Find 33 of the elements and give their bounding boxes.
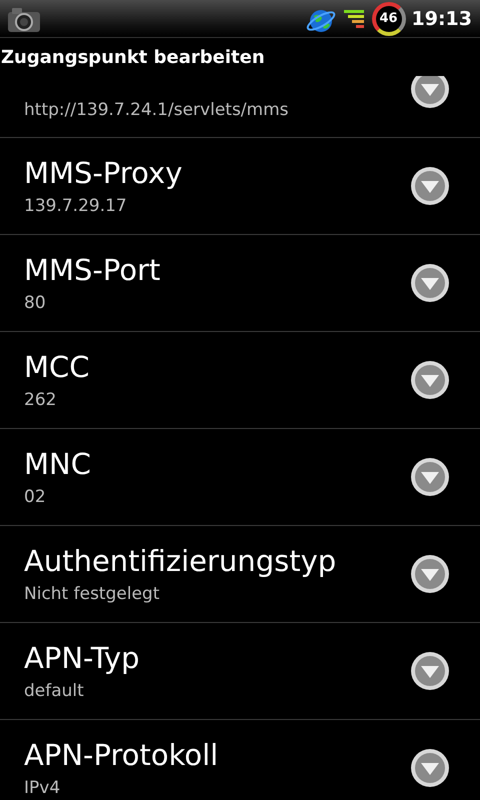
setting-value: 80 [24, 293, 47, 313]
setting-item[interactable]: MCC 262 [0, 332, 480, 429]
dropdown-icon[interactable] [410, 748, 450, 788]
setting-value: http://139.7.24.1/servlets/mms [24, 100, 289, 120]
setting-value: IPv4 [24, 778, 62, 798]
setting-title: Authentifizierungstyp [24, 544, 336, 578]
clock: 19:13 [412, 8, 472, 30]
dropdown-icon[interactable] [410, 554, 450, 594]
setting-value: 139.7.29.17 [24, 196, 128, 216]
setting-item[interactable]: http://139.7.24.1/servlets/mms [0, 76, 480, 138]
dropdown-icon[interactable] [410, 263, 450, 303]
setting-value: 262 [24, 390, 58, 410]
dropdown-icon[interactable] [410, 651, 450, 691]
setting-value: 02 [24, 487, 47, 507]
dropdown-icon[interactable] [410, 166, 450, 206]
setting-value: Nicht festgelegt [24, 584, 160, 604]
setting-title: MNC [24, 447, 91, 481]
setting-item[interactable]: Authentifizierungstyp Nicht festgelegt [0, 526, 480, 623]
dropdown-icon[interactable] [410, 360, 450, 400]
setting-value: default [24, 681, 85, 701]
dropdown-icon[interactable] [410, 457, 450, 497]
setting-item[interactable]: MMS-Proxy 139.7.29.17 [0, 138, 480, 235]
setting-item[interactable]: MNC 02 [0, 429, 480, 526]
battery-indicator: 46 [372, 2, 406, 36]
setting-title: APN-Protokoll [24, 738, 218, 772]
setting-item[interactable]: APN-Typ default [0, 623, 480, 720]
setting-item[interactable]: MMS-Port 80 [0, 235, 480, 332]
setting-item[interactable]: APN-Protokoll IPv4 [0, 720, 480, 800]
dropdown-icon[interactable] [410, 76, 450, 109]
setting-title: MCC [24, 350, 90, 384]
setting-title: MMS-Port [24, 253, 160, 287]
setting-title: MMS-Proxy [24, 156, 182, 190]
setting-title: APN-Typ [24, 641, 140, 675]
